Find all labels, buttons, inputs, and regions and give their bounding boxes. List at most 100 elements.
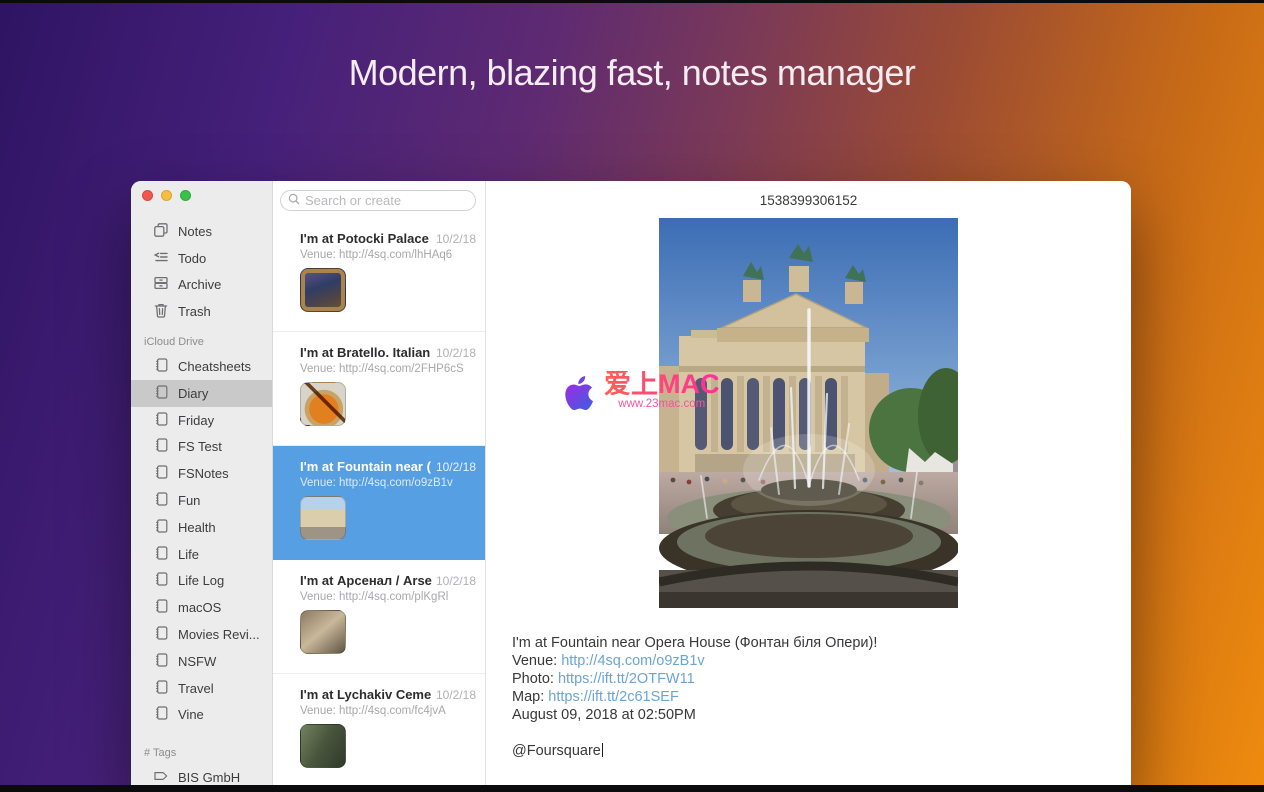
sidebar-item-label: FS Test bbox=[178, 439, 222, 454]
notebook-icon bbox=[153, 571, 169, 590]
note-item-date: 10/2/18 bbox=[436, 574, 476, 588]
note-item-title: I'm at Fountain near ( bbox=[300, 459, 432, 474]
search-input[interactable] bbox=[305, 193, 468, 208]
sidebar-item-label: Cheatsheets bbox=[178, 359, 251, 374]
note-row-header: I'm at Potocki Palace10/2/18 bbox=[300, 231, 476, 246]
editor-line bbox=[512, 724, 1131, 742]
editor-line-label: Venue: bbox=[512, 653, 561, 669]
sidebar-item-nsfw[interactable]: NSFW bbox=[131, 648, 272, 675]
sidebar-item-notes[interactable]: Notes bbox=[131, 218, 272, 245]
notebook-icon bbox=[153, 679, 169, 698]
sidebar-item-label: Vine bbox=[178, 707, 204, 722]
notebook-icon bbox=[153, 518, 169, 537]
editor-line-text: @Foursquare bbox=[512, 743, 601, 759]
note-item-date: 10/2/18 bbox=[436, 346, 476, 360]
note-row-header: I'm at Арсенал / Arse 10/2/18 bbox=[300, 573, 476, 588]
editor-line: Photo: https://ift.tt/2OTFW11 bbox=[512, 670, 1131, 688]
notebook-icon bbox=[153, 625, 169, 644]
sidebar-item-label: Movies Revi... bbox=[178, 627, 260, 642]
sidebar-item-friday[interactable]: Friday bbox=[131, 407, 272, 434]
traffic-lights bbox=[142, 190, 191, 201]
note-list-item[interactable]: I'm at Potocki Palace10/2/18Venue: http:… bbox=[273, 218, 485, 332]
editor-link[interactable]: https://ift.tt/2c61SEF bbox=[548, 689, 679, 705]
notebook-icon bbox=[153, 437, 169, 456]
editor-pane[interactable]: 1538399306152 bbox=[486, 181, 1131, 792]
sidebar-item-trash[interactable]: Trash bbox=[131, 298, 272, 325]
editor-line-label: Map: bbox=[512, 689, 548, 705]
note-list-item[interactable]: I'm at Bratello. Italian10/2/18Venue: ht… bbox=[273, 332, 485, 446]
close-button[interactable] bbox=[142, 190, 153, 201]
sidebar-item-label: Trash bbox=[178, 304, 211, 319]
note-item-title: I'm at Potocki Palace bbox=[300, 231, 432, 246]
note-item-date: 10/2/18 bbox=[436, 688, 476, 702]
notebook-icon bbox=[153, 491, 169, 510]
sidebar-item-label: macOS bbox=[178, 600, 221, 615]
note-item-title: I'm at Bratello. Italian bbox=[300, 345, 432, 360]
sidebar-item-movies-revi-[interactable]: Movies Revi... bbox=[131, 621, 272, 648]
notebook-icon bbox=[153, 464, 169, 483]
note-photo bbox=[659, 218, 958, 613]
search-row bbox=[273, 181, 485, 218]
notes-list-column: I'm at Potocki Palace10/2/18Venue: http:… bbox=[273, 181, 486, 792]
search-field[interactable] bbox=[280, 190, 476, 211]
screen-bottom-border bbox=[0, 785, 1264, 792]
sidebar-item-label: Health bbox=[178, 520, 216, 535]
sidebar-item-fs-test[interactable]: FS Test bbox=[131, 434, 272, 461]
editor-line: Map: https://ift.tt/2c61SEF bbox=[512, 688, 1131, 706]
text-cursor bbox=[602, 743, 604, 757]
sidebar-item-todo[interactable]: Todo bbox=[131, 245, 272, 272]
sidebar-item-vine[interactable]: Vine bbox=[131, 702, 272, 729]
note-list-item[interactable]: I'm at Арсенал / Arse 10/2/18 Venue: http:… bbox=[273, 560, 485, 674]
sidebar-item-archive[interactable]: Archive bbox=[131, 272, 272, 299]
sidebar-section-header: # Tags bbox=[131, 736, 272, 764]
note-item-preview: Venue: http://4sq.com/plKgRl bbox=[300, 591, 476, 603]
sidebar-item-health[interactable]: Health bbox=[131, 514, 272, 541]
note-item-preview: Venue: http://4sq.com/fc4jvA bbox=[300, 705, 476, 717]
note-thumbnail-food bbox=[300, 382, 346, 426]
minimize-button[interactable] bbox=[161, 190, 172, 201]
note-list-item[interactable]: I'm at Fountain near (10/2/18Venue: http… bbox=[273, 446, 485, 560]
sidebar-item-life[interactable]: Life bbox=[131, 541, 272, 568]
sidebar-item-label: Archive bbox=[178, 277, 221, 292]
sidebar-item-fun[interactable]: Fun bbox=[131, 487, 272, 514]
sidebar-item-fsnotes[interactable]: FSNotes bbox=[131, 460, 272, 487]
editor-link[interactable]: http://4sq.com/o9zB1v bbox=[561, 653, 704, 669]
sidebar-item-label: FSNotes bbox=[178, 466, 229, 481]
sidebar-item-diary[interactable]: Diary bbox=[131, 380, 272, 407]
screen-top-border bbox=[0, 0, 1264, 3]
sidebar-item-travel[interactable]: Travel bbox=[131, 675, 272, 702]
notebook-icon bbox=[153, 652, 169, 671]
sidebar-item-label: BIS GmbH bbox=[178, 770, 240, 785]
sidebar-item-cheatsheets[interactable]: Cheatsheets bbox=[131, 353, 272, 380]
sidebar-item-label: Notes bbox=[178, 224, 212, 239]
note-item-title: I'm at Арсенал / Arse bbox=[300, 573, 432, 588]
zoom-button[interactable] bbox=[180, 190, 191, 201]
editor-line: Venue: http://4sq.com/o9zB1v bbox=[512, 652, 1131, 670]
sidebar-item-label: Diary bbox=[178, 386, 208, 401]
note-row-header: I'm at Fountain near (10/2/18 bbox=[300, 459, 476, 474]
search-icon bbox=[288, 192, 300, 210]
sidebar-item-life-log[interactable]: Life Log bbox=[131, 568, 272, 595]
sidebar-item-label: Life Log bbox=[178, 573, 224, 588]
archive-icon bbox=[153, 275, 169, 294]
note-row-header: I'm at Bratello. Italian 10/2/18 bbox=[300, 345, 476, 360]
notebook-icon bbox=[153, 411, 169, 430]
fsnotes-window: Notes Todo Archive Trash iCloud Drive Cheatsh… bbox=[131, 181, 1131, 792]
notebook-icon bbox=[153, 598, 169, 617]
editor-line: @Foursquare bbox=[512, 742, 1131, 760]
editor-line: August 09, 2018 at 02:50PM bbox=[512, 706, 1131, 724]
sidebar-item-macos[interactable]: macOS bbox=[131, 594, 272, 621]
note-list-item[interactable]: I'm at Lychakiv Ceme10/2/18Venue: http:/… bbox=[273, 674, 485, 788]
sidebar-section-header: iCloud Drive bbox=[131, 325, 272, 353]
sidebar-item-label: Todo bbox=[178, 251, 206, 266]
notes-icon bbox=[153, 222, 169, 241]
sidebar-item-label: NSFW bbox=[178, 654, 216, 669]
editor-text[interactable]: I'm at Fountain near Opera House (Фонтан… bbox=[512, 634, 1131, 760]
notebook-icon bbox=[153, 384, 169, 403]
sidebar: Notes Todo Archive Trash iCloud Drive Cheatsh… bbox=[131, 181, 273, 792]
editor-link[interactable]: https://ift.tt/2OTFW11 bbox=[558, 671, 695, 687]
note-thumbnail-opera bbox=[300, 496, 346, 540]
notes-list: I'm at Potocki Palace10/2/18Venue: http:… bbox=[273, 218, 485, 788]
sidebar-item-label: Friday bbox=[178, 413, 214, 428]
editor-line: I'm at Fountain near Opera House (Фонтан… bbox=[512, 634, 1131, 652]
